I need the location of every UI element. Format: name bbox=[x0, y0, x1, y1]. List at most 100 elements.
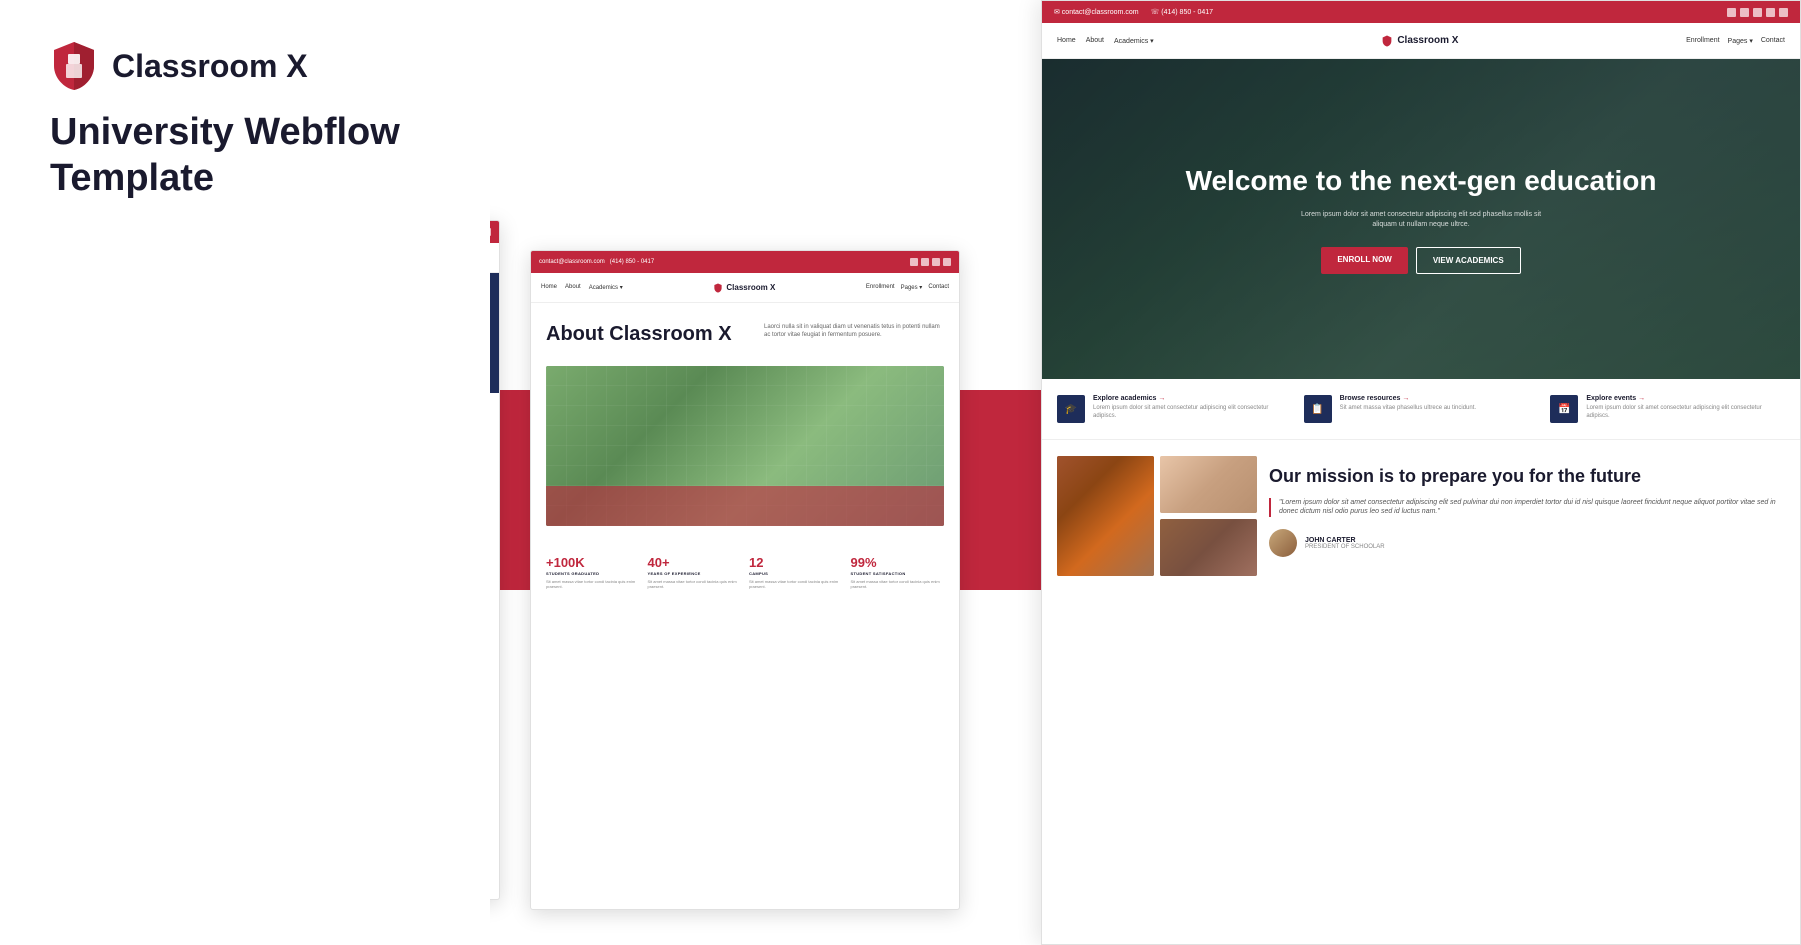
p2-about-header: About Classroom X Laorci nulla sit in va… bbox=[546, 323, 944, 354]
p3-mission: Our mission is to prepare you for the fu… bbox=[1042, 440, 1800, 592]
brand-header: Classroom X bbox=[50, 40, 440, 92]
p3-nav-academics[interactable]: Academics ▾ bbox=[1114, 37, 1154, 45]
p2-stat-1: +100K STUDENTS GRADUATED Sit amet massa … bbox=[546, 556, 640, 589]
p3-mission-bottom-image bbox=[1160, 519, 1257, 576]
p2-topbar-contact: contact@classroom.com (414) 850 - 0417 bbox=[539, 259, 654, 265]
p3-feature-3-title: Explore events → bbox=[1586, 395, 1785, 402]
left-panel: Classroom X University Webflow Template bbox=[0, 0, 490, 945]
p2-building-image bbox=[546, 366, 944, 526]
p2-stat-4-number: 99% bbox=[851, 556, 945, 569]
brand-name: Classroom X bbox=[112, 48, 308, 85]
p3-topbar-icons bbox=[1727, 8, 1788, 17]
p3-resources-icon: 📋 bbox=[1311, 404, 1323, 415]
p3-nav: Home About Academics ▾ Classroom X Enrol… bbox=[1042, 23, 1800, 59]
p2-nav-contact[interactable]: Contact bbox=[928, 284, 949, 291]
p3-nav-home[interactable]: Home bbox=[1057, 37, 1076, 45]
p2-stat-3: 12 CAMPUS Sit amet massa vitae tortor co… bbox=[749, 556, 843, 589]
p3-avatar bbox=[1269, 529, 1297, 557]
p3-mission-person: JOHN CARTER PRESIDENT OF SCHOOLAR bbox=[1269, 529, 1785, 557]
p3-feature-3-icon: 📅 bbox=[1550, 395, 1578, 423]
p2-nav-pages[interactable]: Pages ▾ bbox=[901, 284, 923, 291]
p2-stat-2-number: 40+ bbox=[648, 556, 742, 569]
p3-social-icon-2 bbox=[1740, 8, 1749, 17]
p3-hero-title: Welcome to the next-gen education bbox=[1186, 164, 1657, 198]
p3-mission-student-smile bbox=[1160, 456, 1257, 513]
p3-hero-buttons: ENROLL NOW VIEW ACADEMICS bbox=[1186, 247, 1657, 274]
p3-feature-2-title: Browse resources → bbox=[1340, 395, 1476, 402]
p3-social-icon-5 bbox=[1779, 8, 1788, 17]
p3-mission-quote: "Lorem ipsum dolor sit amet consectetur … bbox=[1269, 498, 1785, 518]
p3-feature-2[interactable]: 📋 Browse resources → Sit amet massa vita… bbox=[1304, 395, 1539, 423]
p2-about-title: About Classroom X bbox=[546, 323, 754, 346]
p3-hero-content: Welcome to the next-gen education Lorem … bbox=[1186, 164, 1657, 274]
p3-feature-1-title: Explore academics → bbox=[1093, 395, 1292, 402]
p2-building-overlay bbox=[546, 486, 944, 526]
p2-topbar-icons bbox=[910, 258, 951, 266]
p2-stats: +100K STUDENTS GRADUATED Sit amet massa … bbox=[531, 541, 959, 604]
p2-content: About Classroom X Laorci nulla sit in va… bbox=[531, 303, 959, 541]
p3-social-icon-1 bbox=[1727, 8, 1736, 17]
p2-social-icon-4 bbox=[943, 258, 951, 266]
p3-topbar-left: ✉ contact@classroom.com ☏ (414) 850 - 04… bbox=[1054, 8, 1213, 16]
p3-enroll-button[interactable]: ENROLL NOW bbox=[1321, 247, 1408, 274]
p3-social-icon-4 bbox=[1766, 8, 1775, 17]
p2-nav-home[interactable]: Home bbox=[541, 284, 557, 291]
p2-social-icon-3 bbox=[932, 258, 940, 266]
p3-mission-top-image bbox=[1160, 456, 1257, 513]
p3-person-info: JOHN CARTER PRESIDENT OF SCHOOLAR bbox=[1305, 537, 1385, 550]
p3-person-name: JOHN CARTER bbox=[1305, 537, 1385, 544]
p2-stat-1-label: STUDENTS GRADUATED bbox=[546, 571, 640, 576]
p2-social-icon-2 bbox=[921, 258, 929, 266]
p3-academics-icon: 🎓 bbox=[1065, 404, 1077, 415]
p3-feature-1-icon: 🎓 bbox=[1057, 395, 1085, 423]
p3-nav-about[interactable]: About bbox=[1086, 37, 1104, 45]
p3-academics-button[interactable]: VIEW ACADEMICS bbox=[1416, 247, 1521, 274]
p2-topbar: contact@classroom.com (414) 850 - 0417 bbox=[531, 251, 959, 273]
p2-stat-4-label: STUDENT SATISFACTION bbox=[851, 571, 945, 576]
p3-feature-3-text: Lorem ipsum dolor sit amet consectetur a… bbox=[1586, 405, 1785, 421]
p3-person-title: PRESIDENT OF SCHOOLAR bbox=[1305, 544, 1385, 550]
p2-nav-academics[interactable]: Academics ▾ bbox=[589, 284, 623, 291]
p2-stat-4-text: Sit amet massa vitae tortor condi tacini… bbox=[851, 579, 945, 589]
p3-mission-main-image bbox=[1057, 456, 1154, 576]
p3-nav-contact[interactable]: Contact bbox=[1761, 37, 1785, 44]
p2-stat-2: 40+ YEARS OF EXPERIENCE Sit amet massa v… bbox=[648, 556, 742, 589]
p3-mission-content: Our mission is to prepare you for the fu… bbox=[1269, 456, 1785, 576]
p3-mission-students-group bbox=[1160, 519, 1257, 576]
p3-feature-2-icon: 📋 bbox=[1304, 395, 1332, 423]
tagline: University Webflow Template bbox=[50, 110, 440, 201]
p3-nav-pages[interactable]: Pages ▾ bbox=[1728, 37, 1753, 45]
p2-nav-enrollment[interactable]: Enrollment bbox=[866, 284, 895, 291]
p2-social-icon-1 bbox=[910, 258, 918, 266]
p3-mission-images bbox=[1057, 456, 1257, 576]
p2-stat-3-text: Sit amet massa vitae tortor condi tacini… bbox=[749, 579, 843, 589]
p3-nav-enrollment[interactable]: Enrollment bbox=[1686, 37, 1719, 44]
p2-stat-3-label: CAMPUS bbox=[749, 571, 843, 576]
p3-feature-3[interactable]: 📅 Explore events → Lorem ipsum dolor sit… bbox=[1550, 395, 1785, 423]
p2-stat-4: 99% STUDENT SATISFACTION Sit amet massa … bbox=[851, 556, 945, 589]
p2-nav-links: Home About Academics ▾ bbox=[541, 284, 623, 291]
p3-topbar-phone: ☏ (414) 850 - 0417 bbox=[1151, 8, 1213, 16]
p3-feature-1[interactable]: 🎓 Explore academics → Lorem ipsum dolor … bbox=[1057, 395, 1292, 423]
p2-nav-brand: Classroom X bbox=[713, 283, 775, 293]
p3-feature-1-text: Lorem ipsum dolor sit amet consectetur a… bbox=[1093, 405, 1292, 421]
p3-feature-2-text: Sit amet massa vitae phasellus ultrece a… bbox=[1340, 405, 1476, 413]
p3-social-icon-3 bbox=[1753, 8, 1762, 17]
p3-features: 🎓 Explore academics → Lorem ipsum dolor … bbox=[1042, 379, 1800, 440]
p2-about-text: Laorci nulla sit in valiquat diam ut ven… bbox=[764, 323, 944, 340]
p3-events-icon: 📅 bbox=[1558, 404, 1570, 415]
preview-home-hero[interactable]: ✉ contact@classroom.com ☏ (414) 850 - 04… bbox=[1041, 0, 1801, 945]
p3-hero: Welcome to the next-gen education Lorem … bbox=[1042, 59, 1800, 379]
p2-stat-2-text: Sit amet massa vitae tortor condi tacini… bbox=[648, 579, 742, 589]
p3-nav-right: Enrollment Pages ▾ Contact bbox=[1686, 37, 1785, 45]
p2-stat-1-number: +100K bbox=[546, 556, 640, 569]
p2-stat-2-label: YEARS OF EXPERIENCE bbox=[648, 571, 742, 576]
p3-feature-1-content: Explore academics → Lorem ipsum dolor si… bbox=[1093, 395, 1292, 421]
preview-about-classroom[interactable]: contact@classroom.com (414) 850 - 0417 H… bbox=[530, 250, 960, 910]
brand-logo bbox=[50, 40, 98, 92]
p2-nav-about[interactable]: About bbox=[565, 284, 581, 291]
p2-stat-3-number: 12 bbox=[749, 556, 843, 569]
p3-topbar: ✉ contact@classroom.com ☏ (414) 850 - 04… bbox=[1042, 1, 1800, 23]
p2-nav-right: Enrollment Pages ▾ Contact bbox=[866, 284, 949, 291]
p3-nav-brand: Classroom X bbox=[1381, 35, 1458, 47]
